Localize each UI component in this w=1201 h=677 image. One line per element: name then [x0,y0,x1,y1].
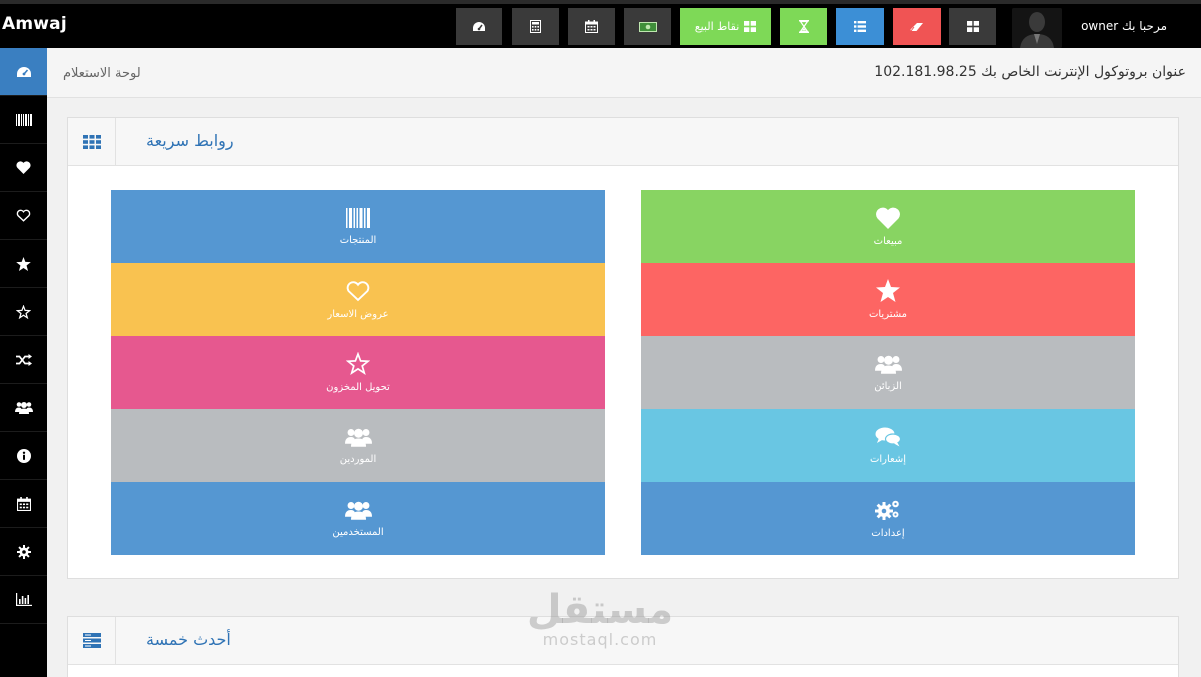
list-button[interactable] [836,8,884,45]
pos-button[interactable]: نقاط البيع [680,8,771,45]
sidebar-item-products[interactable] [0,96,47,144]
apps-button[interactable] [949,8,996,45]
tile-notifications-label: إشعارات [869,453,907,465]
calculator-icon [530,20,541,33]
panel-icon-box [68,617,116,664]
server-icon [82,633,101,648]
grid-icon [966,21,979,32]
user-avatar[interactable] [1012,8,1062,48]
tile-notifications[interactable]: إشعارات [641,409,1135,482]
bar-chart-icon [15,593,32,606]
heart-outline-icon [346,280,370,301]
dashboard-icon [16,66,31,77]
sidebar-item-dashboard[interactable] [0,48,47,96]
welcome-text: مرحبا بك owner [1081,19,1167,33]
tile-products[interactable]: المنتجات [111,190,605,263]
star-outline-icon [346,352,370,375]
latest-five-title: أحدث خمسة [146,630,231,649]
calendar-button[interactable] [568,8,615,45]
info-icon [16,448,31,463]
users-icon [874,355,902,374]
grid-icon [82,134,101,149]
eraser-icon [910,22,923,31]
grid-icon [744,21,757,32]
hourglass-icon [798,20,809,33]
tile-sales[interactable]: مبيعات [641,190,1135,263]
top-bar: Amwaj نقاط البيع مرحبا بك owner [0,0,1201,48]
sidebar-item-reports[interactable] [0,576,47,624]
tile-settings[interactable]: إعدادات [641,482,1135,555]
tile-users-label: المستخدمين [332,526,384,538]
sidebar-item-shuffle[interactable] [0,336,47,384]
quick-links-panel: روابط سريعة المنتجات عروض الاسعار تحويل … [67,117,1179,579]
star-icon [876,279,900,302]
tile-customers-label: الزبائن [874,380,902,392]
calendar-icon [585,20,598,33]
sidebar-item-sales[interactable] [0,144,47,192]
sidebar-item-info[interactable] [0,432,47,480]
calculator-button[interactable] [512,8,559,45]
sidebar-item-users[interactable] [0,384,47,432]
money-button[interactable] [624,8,671,45]
quick-links-title: روابط سريعة [146,131,234,150]
sidebar [0,48,47,677]
money-icon [638,21,657,32]
user-silhouette-icon [1012,8,1062,48]
sidebar-item-purchases[interactable] [0,240,47,288]
shuffle-icon [15,353,32,366]
hourglass-button[interactable] [780,8,827,45]
sidebar-item-settings[interactable] [0,528,47,576]
calendar-icon [16,496,31,511]
heart-outline-icon [16,209,31,222]
gears-icon [875,500,899,520]
quick-links-header: روابط سريعة [68,118,1178,166]
heart-icon [876,207,900,229]
dashboard-icon [473,21,485,31]
tile-purchases-label: مشتريات [868,309,908,320]
heart-icon [16,161,31,174]
watermark-latin: mostaql.com [542,630,658,649]
tile-products-label: المنتجات [339,234,377,246]
page-header: لوحة الاستعلام عنوان بروتوكول الإنترنت ا… [47,48,1201,98]
tile-users[interactable]: المستخدمين [111,482,605,555]
list-icon [854,21,866,32]
comments-icon [875,427,901,446]
star-outline-icon [16,304,31,319]
tile-settings-label: إعدادات [871,527,905,539]
barcode-icon [15,113,32,126]
barcode-icon [346,207,370,228]
brand-logo[interactable]: Amwaj [2,14,67,34]
panel-icon-box [68,118,116,165]
tile-sales-label: مبيعات [873,235,903,247]
gear-icon [16,544,31,559]
tile-purchases[interactable]: مشتريات [641,263,1135,336]
users-icon [14,402,33,414]
sidebar-item-calendar[interactable] [0,480,47,528]
sidebar-item-quotes[interactable] [0,192,47,240]
tile-suppliers-label: الموردين [339,453,377,465]
sidebar-item-transfers[interactable] [0,288,47,336]
tile-quotes[interactable]: عروض الاسعار [111,263,605,336]
star-icon [16,256,31,271]
ip-address-text: عنوان بروتوكول الإنترنت الخاص بك 102.181… [874,64,1186,80]
dashboard-button[interactable] [456,8,502,45]
watermark-arabic: مستقل [526,587,674,633]
tile-suppliers[interactable]: الموردين [111,409,605,482]
watermark: مستقل mostaql.com [525,590,675,649]
eraser-button[interactable] [893,8,941,45]
tile-stock-transfer-label: تحويل المخزون [326,382,390,393]
pos-button-label: نقاط البيع [694,20,740,33]
tile-customers[interactable]: الزبائن [641,336,1135,409]
users-icon [344,428,372,447]
tile-quotes-label: عروض الاسعار [327,308,389,320]
users-icon [344,501,372,520]
breadcrumb-dashboard[interactable]: لوحة الاستعلام [63,66,141,81]
tile-stock-transfer[interactable]: تحويل المخزون [111,336,605,409]
